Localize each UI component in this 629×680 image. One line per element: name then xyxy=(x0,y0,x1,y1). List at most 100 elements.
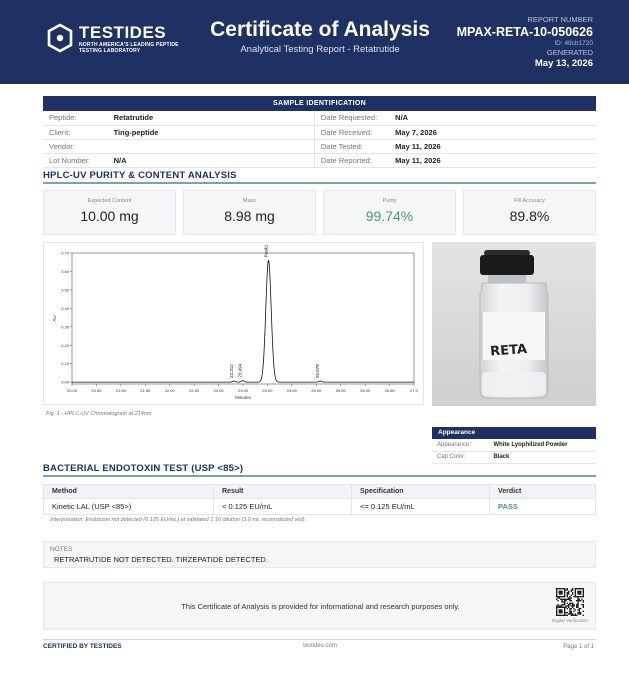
generated-label: GENERATED xyxy=(546,48,593,57)
x-tick-label: 24.50 xyxy=(287,388,298,393)
y-tick-label: 0.40 xyxy=(61,306,70,311)
sample-date-label: Date Tested: xyxy=(313,139,390,154)
y-tick-label: 0.00 xyxy=(61,380,70,385)
table-row: Kinetic LAL (USP <85>) < 0.125 EU/mL <= … xyxy=(43,498,596,515)
appearance-header: Appearance xyxy=(432,427,596,439)
x-tick-label: 22.50 xyxy=(189,388,200,393)
sample-field-label: Peptide: xyxy=(43,111,108,126)
y-tick-label: 0.70 xyxy=(61,251,70,256)
vial-illustration: RETA xyxy=(432,242,596,406)
report-id: ID: 49cb1720 xyxy=(554,40,593,47)
generated-date: May 13, 2026 xyxy=(534,58,593,69)
notes-box: NOTES RETRATRUTIDE NOT DETECTED. TIRZEPA… xyxy=(43,541,596,568)
endotoxin-interpretation: Interpretation: Endotoxin not detected (… xyxy=(50,517,307,523)
x-tick-label: 22.00 xyxy=(165,388,176,393)
sample-date-label: Date Reported: xyxy=(313,153,390,168)
x-tick-label: 23.50 xyxy=(238,388,249,393)
sample-field-value xyxy=(107,139,315,154)
sample-field-value: N/A xyxy=(107,153,315,168)
table-header-row: Method Result Specification Verdict xyxy=(43,484,596,499)
figure-caption: Fig. 1 - HPLC-UV Chromatogram at 214nm xyxy=(46,411,152,417)
sample-date-label: Date Received: xyxy=(313,125,390,140)
sample-vial-photo: RETA xyxy=(432,242,596,406)
table-row: Vendor: Date Tested: May 11, 2026 xyxy=(43,139,596,154)
sample-field-value: Ting-peptide xyxy=(107,125,315,140)
x-tick-label: 26.50 xyxy=(385,388,396,393)
metric-purity: Purity 99.74% xyxy=(323,190,456,235)
metric-value: 89.8% xyxy=(509,208,550,224)
x-axis-label: Minutes xyxy=(235,395,252,400)
vial-handwritten-label: RETA xyxy=(490,342,528,360)
endotoxin-specification: <= 0.125 EU/mL xyxy=(351,498,490,515)
footer-certified: CERTIFIED BY TESTIDES xyxy=(43,643,122,650)
sample-date-value: May 7, 2026 xyxy=(389,125,596,140)
report-number: MPAX-RETA-10-050626 xyxy=(456,25,593,39)
table-row: Cap Color: Black xyxy=(432,451,596,464)
y-tick-label: 0.30 xyxy=(61,324,70,329)
table-row: Client: Ting-peptide Date Received: May 7, … xyxy=(43,125,596,140)
x-tick-label: 27.0 xyxy=(410,388,419,393)
peak-label: 23.494 xyxy=(238,363,243,377)
metric-value: 99.74% xyxy=(365,208,414,224)
chromatogram-trace xyxy=(72,259,414,383)
x-tick-label: 25.50 xyxy=(336,388,347,393)
peak-label: 25.078 xyxy=(315,364,320,378)
footer-rule xyxy=(43,639,596,640)
sample-field-label: Lot Number: xyxy=(43,153,108,168)
qr-label: Digital Verification xyxy=(552,618,588,623)
column-header: Method xyxy=(43,484,214,499)
report-number-label: REPORT NUMBER xyxy=(527,15,593,24)
brand-name: TESTIDES xyxy=(79,23,167,42)
sample-date-value: N/A xyxy=(389,111,596,126)
metric-label: Expected Content xyxy=(87,198,132,204)
x-tick-label: 20.00 xyxy=(67,388,78,393)
appearance-table: Appearance: White Lyophilized Powder Cap… xyxy=(432,439,596,464)
hplc-section-rule xyxy=(43,182,596,184)
y-tick-label: 0.20 xyxy=(61,343,70,348)
metric-value: 8.98 mg xyxy=(224,208,275,224)
notes-text: RETRATRUTIDE NOT DETECTED. TIRZEPATIDE D… xyxy=(54,555,268,564)
column-header: Result xyxy=(213,484,352,499)
endotoxin-verdict: PASS xyxy=(489,498,596,515)
endotoxin-method: Kinetic LAL (USP <85>) xyxy=(43,498,214,515)
x-tick-label: 20.50 xyxy=(91,388,102,393)
metric-label: Mass xyxy=(242,198,257,204)
metric-fill-accuracy: Fill Accuracy 89.8% xyxy=(463,190,596,235)
hplc-chromatogram: 0.00 0.10 0.20 0.30 0.40 0.50 0.60 0.70 20.00 20.… xyxy=(52,226,419,400)
disclaimer-text: This Certificate of Analysis is provided… xyxy=(181,602,460,611)
metric-label: Purity xyxy=(382,198,397,204)
metric-expected-content: Expected Content 10.00 mg xyxy=(43,190,176,235)
plot-frame xyxy=(71,252,415,385)
appearance-label: Appearance: xyxy=(432,439,489,452)
qr-code-icon[interactable] xyxy=(556,588,584,616)
disclaimer-box: This Certificate of Analysis is provided… xyxy=(43,582,596,630)
y-axis-label: AU xyxy=(52,315,57,321)
sample-date-value: May 11, 2026 xyxy=(389,139,596,154)
footer-website-link[interactable]: testides.com xyxy=(270,643,370,649)
footer-page-number: Page 1 of 1 xyxy=(563,644,594,650)
hplc-section-title: HPLC-UV PURITY & CONTENT ANALYSIS xyxy=(43,170,237,181)
column-header: Specification xyxy=(351,484,490,499)
sample-date-value: May 11, 2026 xyxy=(389,153,596,168)
y-tick-label: 0.50 xyxy=(61,287,70,292)
hexagon-logo-icon xyxy=(47,23,73,53)
endotoxin-section-title: BACTERIAL ENDOTOXIN TEST (USP <85>) xyxy=(43,463,244,474)
sample-field-label: Client: xyxy=(43,125,108,140)
metric-value: 10.00 mg xyxy=(80,208,139,224)
x-tick-label: 24.00 xyxy=(262,388,273,393)
metric-mass: Mass 8.98 mg xyxy=(183,190,316,235)
page-title: Certificate of Analysis xyxy=(210,18,430,41)
table-row: Peptide: Retatrutide Date Requested: N/A xyxy=(43,111,596,126)
sample-date-label: Date Requested: xyxy=(313,111,390,126)
endotoxin-table: Method Result Specification Verdict Kine… xyxy=(43,484,596,515)
notes-label: NOTES xyxy=(50,546,73,553)
table-row: Appearance: White Lyophilized Powder xyxy=(432,439,596,452)
x-tick-label: 21.00 xyxy=(116,388,127,393)
sample-field-value: Retatrutide xyxy=(107,111,315,126)
brand-tagline: NORTH AMERICA'S LEADING PEPTIDE TESTING … xyxy=(79,42,179,54)
table-row: Lot Number: N/A Date Reported: May 11, 2026 xyxy=(43,153,596,168)
cap-color-label: Cap Color: xyxy=(432,451,489,464)
y-tick-label: 0.60 xyxy=(61,269,70,274)
x-tick-label: 25.00 xyxy=(311,388,322,393)
endotoxin-section-rule xyxy=(43,475,596,477)
